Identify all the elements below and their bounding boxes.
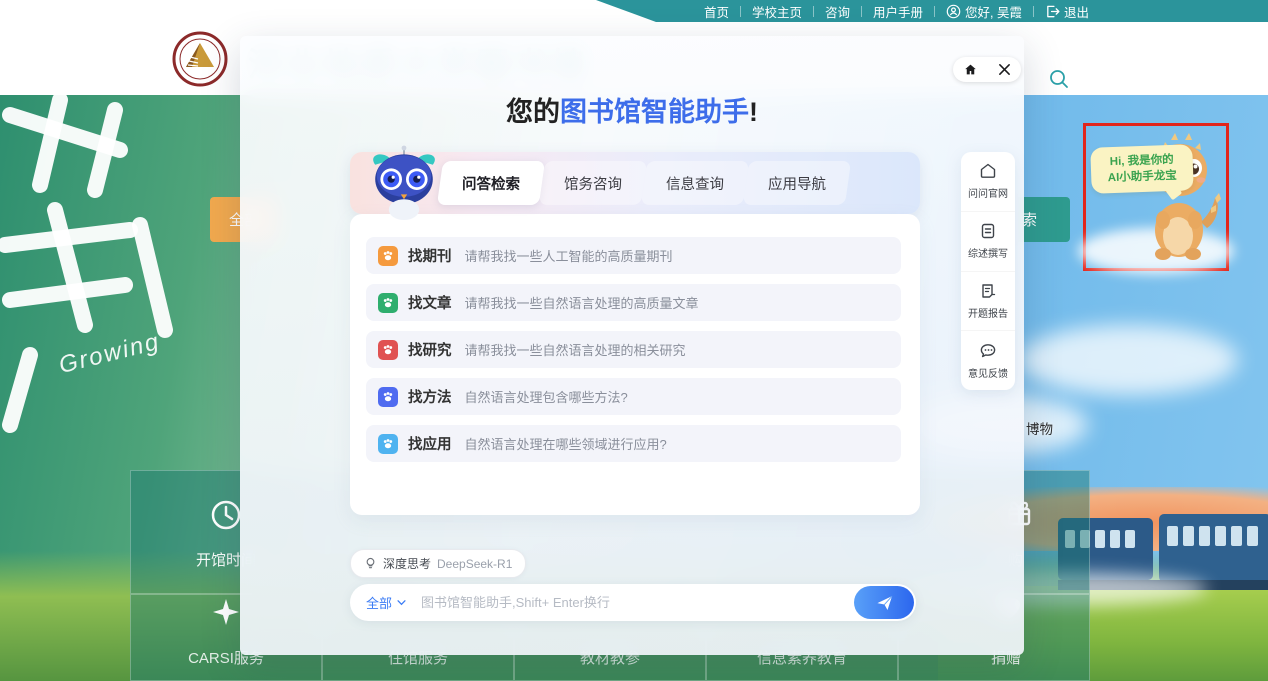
university-seal-logo: [172, 31, 228, 87]
modal-title: 您的图书馆智能助手!: [240, 90, 1024, 129]
home-icon: [963, 62, 978, 77]
cloud: [1018, 325, 1238, 395]
toolbar-ask-official[interactable]: 问问官网: [961, 152, 1015, 211]
toolbar-feedback[interactable]: 意见反馈: [961, 330, 1015, 390]
suggestion-find-articles[interactable]: 找文章 请帮我找一些自然语言处理的高质量文章: [366, 284, 901, 321]
nav-user-manual[interactable]: 用户手册: [862, 2, 934, 21]
side-toolbar: 问问官网 综述撰写 开题报告: [961, 152, 1015, 390]
suggestion-label: 找方法: [408, 386, 452, 407]
paw-icon: [378, 340, 398, 360]
search-icon[interactable]: [1048, 68, 1070, 90]
page: Growing 开馆时间 荐购 CARSI服务 住馆服务 教材教参 信息素养教育: [0, 0, 1268, 681]
paw-icon: [378, 387, 398, 407]
paw-icon: [378, 246, 398, 266]
tab-label: 馆务咨询: [564, 173, 622, 194]
close-button[interactable]: [998, 63, 1011, 76]
logout-icon: [1045, 4, 1060, 19]
mascot-speech-bubble: Hi, 我是你的 AI小助手龙宝: [1090, 144, 1194, 194]
star-icon: [211, 597, 241, 627]
user-icon: [946, 4, 961, 19]
suggestions-card: 找期刊 请帮我找一些人工智能的高质量期刊 找文章 请帮我找一些自然语言处理的高质…: [350, 214, 920, 515]
toolbar-label: 意见反馈: [968, 365, 1008, 380]
document-icon: [979, 222, 997, 240]
top-navigation-bar: 首页 学校主页 咨询 用户手册 您好, 吴霞 退出: [560, 0, 1268, 22]
museum-link-fragment[interactable]: 博物: [1026, 418, 1053, 438]
deep-think-toggle[interactable]: 深度思考 DeepSeek-R1: [350, 549, 526, 578]
clock-icon: [208, 497, 244, 533]
tab-library-consult[interactable]: 馆务咨询: [542, 161, 644, 205]
send-button[interactable]: [854, 586, 914, 619]
chat-input-bar: 全部: [350, 584, 916, 621]
assistant-tabs: 问答检索 馆务咨询 信息查询 应用导航: [440, 161, 848, 205]
logout-text: 退出: [1064, 2, 1089, 21]
nav-school-homepage[interactable]: 学校主页: [741, 2, 813, 21]
calligraphy-art: [0, 95, 240, 495]
paper-plane-icon: [876, 595, 893, 611]
tab-label: 应用导航: [768, 173, 826, 194]
title-highlight: 图书馆智能助手: [560, 97, 749, 127]
scope-dropdown[interactable]: 全部: [366, 593, 406, 612]
suggestion-find-applications[interactable]: 找应用 自然语言处理在哪些领域进行应用?: [366, 425, 901, 462]
modal-window-controls: [953, 57, 1021, 82]
paw-icon: [378, 434, 398, 454]
bubble-line-2: AI小助手龙宝: [1095, 167, 1190, 186]
suggestion-label: 找文章: [408, 292, 452, 313]
scope-label: 全部: [366, 593, 392, 612]
mascot-highlight-box: Hi, 我是你的 AI小助手龙宝: [1083, 123, 1229, 271]
suggestion-label: 找应用: [408, 433, 452, 454]
ai-assistant-modal: 您的图书馆智能助手! 问答检索 馆务咨询 信息查询 应用导航: [240, 36, 1024, 655]
title-prefix: 您的: [506, 97, 560, 127]
suggestion-find-research[interactable]: 找研究 请帮我找一些自然语言处理的相关研究: [366, 331, 901, 368]
close-icon: [998, 63, 1011, 76]
nav-home[interactable]: 首页: [693, 2, 740, 21]
tab-app-navigation[interactable]: 应用导航: [746, 161, 848, 205]
toolbar-label: 综述撰写: [968, 245, 1008, 260]
suggestion-desc: 自然语言处理在哪些领域进行应用?: [465, 434, 667, 453]
tab-info-query[interactable]: 信息查询: [644, 161, 746, 205]
feedback-icon: [979, 342, 997, 360]
owl-robot-avatar: [356, 144, 452, 220]
user-greeting[interactable]: 您好, 吴霞: [935, 2, 1033, 21]
nav-consult[interactable]: 咨询: [814, 2, 861, 21]
paw-icon: [378, 293, 398, 313]
title-bang: !: [749, 97, 758, 127]
toolbar-review-writing[interactable]: 综述撰写: [961, 211, 1015, 271]
greeting-text: 您好, 吴霞: [965, 2, 1022, 21]
home-button[interactable]: [963, 62, 978, 77]
chat-home-icon: [979, 162, 997, 180]
lightbulb-icon: [364, 557, 377, 570]
chevron-down-icon: [397, 600, 406, 606]
tab-qa-search[interactable]: 问答检索: [440, 161, 542, 205]
suggestion-desc: 请帮我找一些自然语言处理的高质量文章: [465, 293, 699, 312]
tab-label: 问答检索: [462, 173, 520, 194]
search-submit-button[interactable]: 索: [1018, 197, 1070, 242]
deep-think-label: 深度思考: [383, 555, 431, 572]
tab-label: 信息查询: [666, 173, 724, 194]
suggestion-label: 找研究: [408, 339, 452, 360]
suggestion-find-methods[interactable]: 找方法 自然语言处理包含哪些方法?: [366, 378, 901, 415]
toolbar-label: 开题报告: [968, 305, 1008, 320]
toolbar-proposal-report[interactable]: 开题报告: [961, 271, 1015, 331]
model-name: DeepSeek-R1: [437, 557, 512, 571]
toolbar-label: 问问官网: [968, 185, 1008, 200]
suggestion-desc: 请帮我找一些自然语言处理的相关研究: [465, 340, 686, 359]
logout-button[interactable]: 退出: [1034, 2, 1100, 21]
suggestion-desc: 请帮我找一些人工智能的高质量期刊: [465, 246, 673, 265]
chat-input[interactable]: [419, 594, 854, 611]
report-icon: [979, 282, 997, 300]
suggestion-label: 找期刊: [408, 245, 452, 266]
suggestion-find-journals[interactable]: 找期刊 请帮我找一些人工智能的高质量期刊: [366, 237, 901, 274]
suggestion-desc: 自然语言处理包含哪些方法?: [465, 387, 628, 406]
